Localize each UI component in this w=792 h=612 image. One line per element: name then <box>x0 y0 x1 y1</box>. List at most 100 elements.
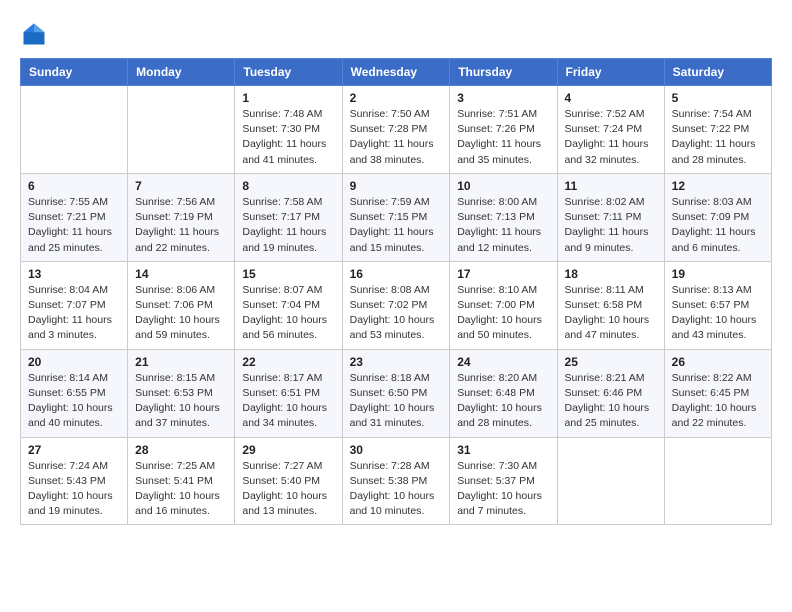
day-number: 8 <box>242 179 334 193</box>
calendar-cell: 5 Sunrise: 7:54 AMSunset: 7:22 PMDaylight… <box>664 86 771 174</box>
calendar-week-row: 20 Sunrise: 8:14 AMSunset: 6:55 PMDayligh… <box>21 349 772 437</box>
day-info: Sunrise: 7:48 AMSunset: 7:30 PMDaylight:… <box>242 107 334 168</box>
day-number: 18 <box>565 267 657 281</box>
calendar-cell: 17Sunrise: 8:10 AMSunset: 7:00 PMDayligh… <box>450 261 557 349</box>
calendar-week-row: 1Sunrise: 7:48 AMSunset: 7:30 PMDaylight… <box>21 86 772 174</box>
day-info: Sunrise: 8:04 AMSunset: 7:07 PMDaylight:… <box>28 283 120 344</box>
day-number: 29 <box>242 443 334 457</box>
calendar-week-row: 6 Sunrise: 7:55 AMSunset: 7:21 PMDaylight… <box>21 173 772 261</box>
day-number: 20 <box>28 355 120 369</box>
day-info: Sunrise: 8:08 AMSunset: 7:02 PMDaylight:… <box>350 283 443 344</box>
calendar-cell: 20 Sunrise: 8:14 AMSunset: 6:55 PMDayligh… <box>21 349 128 437</box>
day-number: 21 <box>135 355 227 369</box>
day-info: Sunrise: 7:52 AMSunset: 7:24 PMDaylight:… <box>565 107 657 168</box>
day-number: 30 <box>350 443 443 457</box>
day-number: 16 <box>350 267 443 281</box>
calendar-cell: 28 Sunrise: 7:25 AMSunset: 5:41 PMDayligh… <box>128 437 235 525</box>
calendar-cell: 10 Sunrise: 8:00 AMSunset: 7:13 PMDayligh… <box>450 173 557 261</box>
calendar-cell: 3 Sunrise: 7:51 AMSunset: 7:26 PMDaylight… <box>450 86 557 174</box>
day-info: Sunrise: 7:30 AMSunset: 5:37 PMDaylight:… <box>457 459 549 520</box>
calendar-cell: 16 Sunrise: 8:08 AMSunset: 7:02 PMDayligh… <box>342 261 450 349</box>
day-number: 11 <box>565 179 657 193</box>
calendar-cell: 4Sunrise: 7:52 AMSunset: 7:24 PMDaylight… <box>557 86 664 174</box>
calendar-cell: 26 Sunrise: 8:22 AMSunset: 6:45 PMDayligh… <box>664 349 771 437</box>
logo <box>20 20 52 48</box>
day-number: 19 <box>672 267 764 281</box>
day-header-tuesday: Tuesday <box>235 59 342 86</box>
day-info: Sunrise: 8:10 AMSunset: 7:00 PMDaylight:… <box>457 283 549 344</box>
calendar-week-row: 13 Sunrise: 8:04 AMSunset: 7:07 PMDayligh… <box>21 261 772 349</box>
day-number: 5 <box>672 91 764 105</box>
calendar-cell: 27 Sunrise: 7:24 AMSunset: 5:43 PMDayligh… <box>21 437 128 525</box>
calendar-cell: 2Sunrise: 7:50 AMSunset: 7:28 PMDaylight… <box>342 86 450 174</box>
day-info: Sunrise: 7:59 AMSunset: 7:15 PMDaylight:… <box>350 195 443 256</box>
day-number: 28 <box>135 443 227 457</box>
day-info: Sunrise: 8:02 AMSunset: 7:11 PMDaylight:… <box>565 195 657 256</box>
calendar-cell: 8 Sunrise: 7:58 AMSunset: 7:17 PMDaylight… <box>235 173 342 261</box>
day-info: Sunrise: 8:22 AMSunset: 6:45 PMDaylight:… <box>672 371 764 432</box>
day-info: Sunrise: 7:25 AMSunset: 5:41 PMDaylight:… <box>135 459 227 520</box>
day-info: Sunrise: 8:11 AMSunset: 6:58 PMDaylight:… <box>565 283 657 344</box>
calendar-cell: 22Sunrise: 8:17 AMSunset: 6:51 PMDayligh… <box>235 349 342 437</box>
day-number: 10 <box>457 179 549 193</box>
day-info: Sunrise: 7:50 AMSunset: 7:28 PMDaylight:… <box>350 107 443 168</box>
day-info: Sunrise: 7:55 AMSunset: 7:21 PMDaylight:… <box>28 195 120 256</box>
day-info: Sunrise: 8:21 AMSunset: 6:46 PMDaylight:… <box>565 371 657 432</box>
calendar-cell: 13 Sunrise: 8:04 AMSunset: 7:07 PMDayligh… <box>21 261 128 349</box>
calendar-cell: 14 Sunrise: 8:06 AMSunset: 7:06 PMDayligh… <box>128 261 235 349</box>
day-number: 25 <box>565 355 657 369</box>
calendar-cell: 18 Sunrise: 8:11 AMSunset: 6:58 PMDayligh… <box>557 261 664 349</box>
day-info: Sunrise: 7:58 AMSunset: 7:17 PMDaylight:… <box>242 195 334 256</box>
day-number: 14 <box>135 267 227 281</box>
calendar-header-row: SundayMondayTuesdayWednesdayThursdayFrid… <box>21 59 772 86</box>
day-info: Sunrise: 7:54 AMSunset: 7:22 PMDaylight:… <box>672 107 764 168</box>
day-header-sunday: Sunday <box>21 59 128 86</box>
day-number: 24 <box>457 355 549 369</box>
day-header-friday: Friday <box>557 59 664 86</box>
calendar-cell: 19 Sunrise: 8:13 AMSunset: 6:57 PMDayligh… <box>664 261 771 349</box>
day-header-thursday: Thursday <box>450 59 557 86</box>
day-info: Sunrise: 7:27 AMSunset: 5:40 PMDaylight:… <box>242 459 334 520</box>
day-info: Sunrise: 7:56 AMSunset: 7:19 PMDaylight:… <box>135 195 227 256</box>
page-header <box>20 20 772 48</box>
day-info: Sunrise: 8:07 AMSunset: 7:04 PMDaylight:… <box>242 283 334 344</box>
calendar-cell <box>21 86 128 174</box>
logo-icon <box>20 20 48 48</box>
calendar-cell <box>664 437 771 525</box>
day-header-monday: Monday <box>128 59 235 86</box>
day-info: Sunrise: 8:13 AMSunset: 6:57 PMDaylight:… <box>672 283 764 344</box>
calendar-cell <box>128 86 235 174</box>
day-info: Sunrise: 8:15 AMSunset: 6:53 PMDaylight:… <box>135 371 227 432</box>
calendar-cell: 30 Sunrise: 7:28 AMSunset: 5:38 PMDayligh… <box>342 437 450 525</box>
day-info: Sunrise: 7:51 AMSunset: 7:26 PMDaylight:… <box>457 107 549 168</box>
day-info: Sunrise: 8:00 AMSunset: 7:13 PMDaylight:… <box>457 195 549 256</box>
calendar-week-row: 27 Sunrise: 7:24 AMSunset: 5:43 PMDayligh… <box>21 437 772 525</box>
calendar-cell: 15Sunrise: 8:07 AMSunset: 7:04 PMDayligh… <box>235 261 342 349</box>
day-info: Sunrise: 7:28 AMSunset: 5:38 PMDaylight:… <box>350 459 443 520</box>
day-info: Sunrise: 8:03 AMSunset: 7:09 PMDaylight:… <box>672 195 764 256</box>
day-header-wednesday: Wednesday <box>342 59 450 86</box>
day-number: 26 <box>672 355 764 369</box>
calendar-cell <box>557 437 664 525</box>
calendar-cell: 6 Sunrise: 7:55 AMSunset: 7:21 PMDaylight… <box>21 173 128 261</box>
calendar-cell: 29 Sunrise: 7:27 AMSunset: 5:40 PMDayligh… <box>235 437 342 525</box>
day-number: 27 <box>28 443 120 457</box>
day-number: 23 <box>350 355 443 369</box>
calendar-cell: 25 Sunrise: 8:21 AMSunset: 6:46 PMDayligh… <box>557 349 664 437</box>
day-number: 31 <box>457 443 549 457</box>
day-info: Sunrise: 8:14 AMSunset: 6:55 PMDaylight:… <box>28 371 120 432</box>
day-number: 6 <box>28 179 120 193</box>
calendar-table: SundayMondayTuesdayWednesdayThursdayFrid… <box>20 58 772 525</box>
day-number: 3 <box>457 91 549 105</box>
calendar-cell: 23Sunrise: 8:18 AMSunset: 6:50 PMDayligh… <box>342 349 450 437</box>
day-info: Sunrise: 7:24 AMSunset: 5:43 PMDaylight:… <box>28 459 120 520</box>
calendar-cell: 1Sunrise: 7:48 AMSunset: 7:30 PMDaylight… <box>235 86 342 174</box>
calendar-cell: 24Sunrise: 8:20 AMSunset: 6:48 PMDayligh… <box>450 349 557 437</box>
day-number: 12 <box>672 179 764 193</box>
day-header-saturday: Saturday <box>664 59 771 86</box>
day-info: Sunrise: 8:06 AMSunset: 7:06 PMDaylight:… <box>135 283 227 344</box>
day-number: 13 <box>28 267 120 281</box>
calendar-cell: 7Sunrise: 7:56 AMSunset: 7:19 PMDaylight… <box>128 173 235 261</box>
day-number: 9 <box>350 179 443 193</box>
calendar-cell: 21 Sunrise: 8:15 AMSunset: 6:53 PMDayligh… <box>128 349 235 437</box>
